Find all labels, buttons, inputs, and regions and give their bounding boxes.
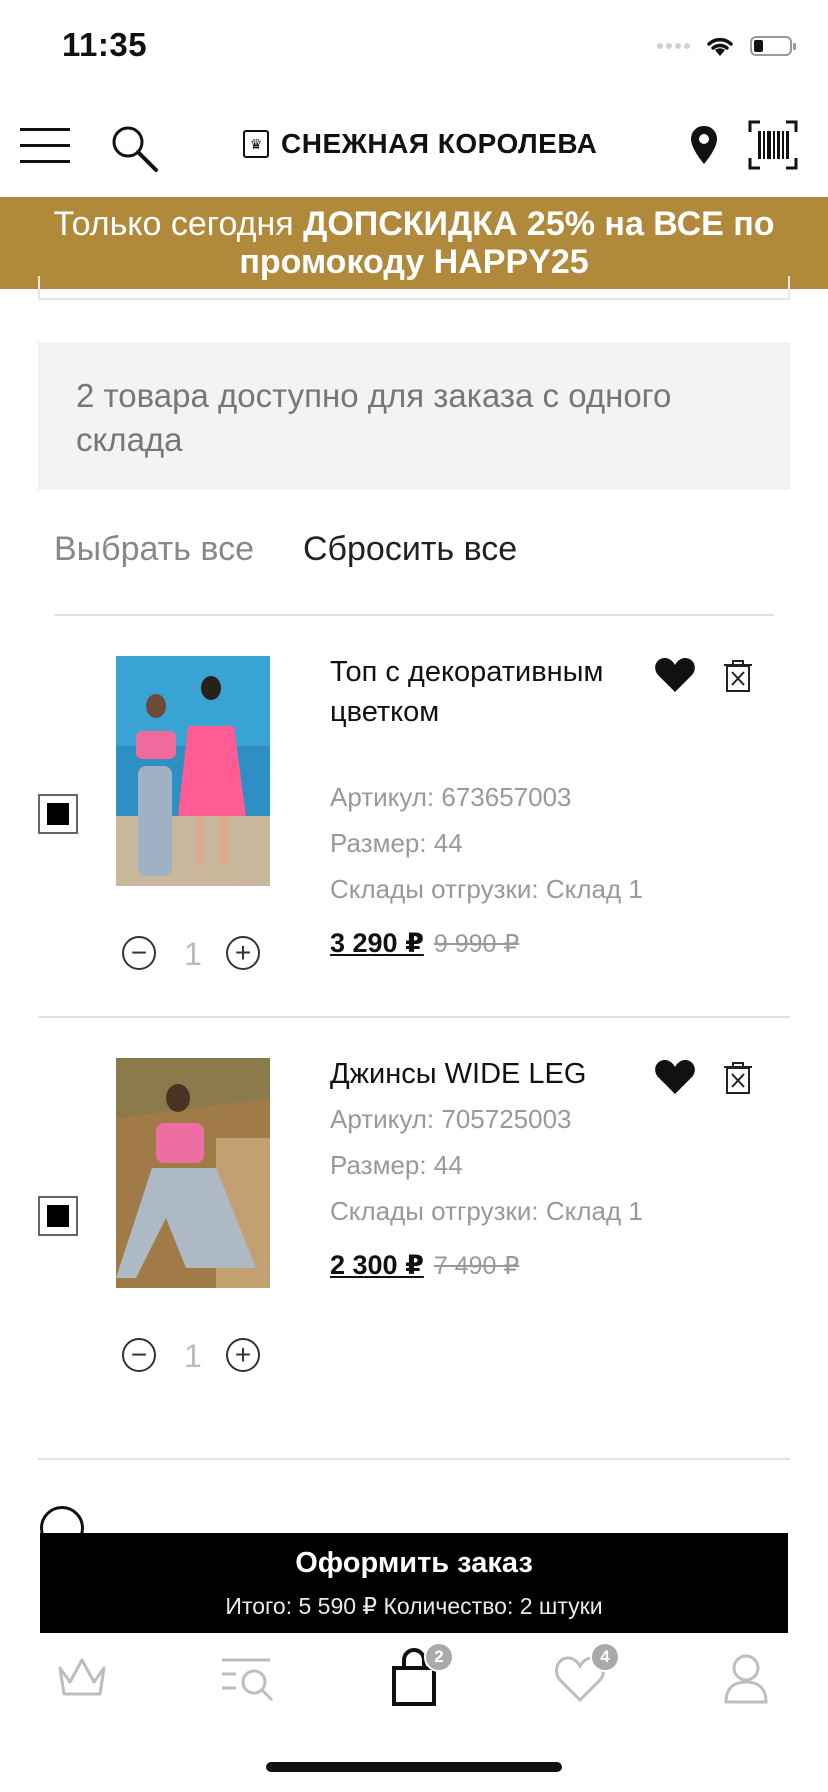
heart-filled-icon[interactable] [654, 1058, 696, 1096]
item-checkbox[interactable] [38, 1196, 78, 1236]
crown-logo-icon: ♛ [243, 130, 269, 158]
increase-quantity-button[interactable]: + [226, 1338, 260, 1372]
quantity-value: 1 [184, 1338, 202, 1374]
cart-badge: 2 [424, 1642, 454, 1672]
user-icon [724, 1654, 768, 1704]
cart-item: Джинсы WIDE LEG Артикул: 705725003 Разме… [38, 1018, 790, 1418]
map-pin-icon[interactable] [688, 124, 720, 166]
hamburger-menu-icon[interactable] [20, 128, 70, 164]
search-icon[interactable] [108, 122, 160, 174]
nav-home[interactable] [50, 1646, 114, 1710]
select-all-button[interactable]: Выбрать все [54, 530, 254, 569]
warehouse-info: 2 товара доступно для заказа с одного ск… [38, 342, 790, 490]
status-indicators [657, 34, 796, 58]
increase-quantity-button[interactable]: + [226, 936, 260, 970]
nav-catalog[interactable] [216, 1646, 280, 1710]
product-title[interactable]: Джинсы WIDE LEG [330, 1054, 620, 1094]
product-warehouse: Склады отгрузки: Склад 1 [330, 1196, 643, 1226]
wifi-icon [707, 37, 733, 56]
current-price: 3 290 ₽ [330, 928, 424, 958]
cellular-signal-icon [657, 43, 690, 49]
scrolled-section-edge [38, 276, 790, 300]
old-price: 9 990 ₽ [433, 930, 520, 958]
product-title[interactable]: Топ с декоративным цветком [330, 652, 620, 732]
favorites-badge: 4 [590, 1642, 620, 1672]
decrease-quantity-button[interactable]: − [122, 936, 156, 970]
promo-text-bold: ДОПСКИДКА 25% на ВСЕ по промокоду HAPPY2… [239, 205, 775, 281]
brand-logo[interactable]: ♛ СНЕЖНАЯ КОРОЛЕВА [243, 128, 597, 160]
nav-profile[interactable] [714, 1646, 778, 1710]
barcode-icon[interactable] [748, 120, 798, 170]
product-warehouse: Склады отгрузки: Склад 1 [330, 874, 643, 904]
checkout-label: Оформить заказ [295, 1547, 533, 1579]
old-price: 7 490 ₽ [433, 1252, 520, 1280]
checkout-summary: Итого: 5 590 ₽ Количество: 2 штуки [225, 1593, 603, 1619]
status-time: 11:35 [62, 26, 148, 63]
product-image[interactable] [116, 656, 270, 886]
decrease-quantity-button[interactable]: − [122, 1338, 156, 1372]
crown-icon [58, 1658, 106, 1696]
app-header: ♛ СНЕЖНАЯ КОРОЛЕВА [0, 100, 828, 196]
nav-favorites[interactable]: 4 [548, 1642, 620, 1710]
price-row: 2 300 ₽ 7 490 ₽ [330, 1250, 519, 1281]
reset-all-button[interactable]: Сбросить все [303, 530, 517, 569]
delete-icon[interactable] [724, 1062, 752, 1094]
product-article: Артикул: 705725003 [330, 1104, 572, 1134]
brand-name: СНЕЖНАЯ КОРОЛЕВА [281, 128, 598, 159]
catalog-search-icon [222, 1658, 274, 1702]
checkout-button[interactable]: Оформить заказ Итого: 5 590 ₽ Количество… [40, 1533, 788, 1633]
home-indicator [266, 1762, 562, 1772]
product-article: Артикул: 673657003 [330, 782, 572, 812]
delete-icon[interactable] [724, 660, 752, 692]
heart-filled-icon[interactable] [654, 656, 696, 694]
promo-text: Только сегодня [53, 205, 304, 243]
nav-cart[interactable]: 2 [382, 1642, 454, 1710]
product-size: Размер: 44 [330, 828, 463, 858]
product-size: Размер: 44 [330, 1150, 463, 1180]
current-price: 2 300 ₽ [330, 1250, 424, 1280]
divider [38, 1458, 790, 1460]
price-row: 3 290 ₽ 9 990 ₽ [330, 928, 519, 959]
battery-icon [750, 36, 796, 56]
item-checkbox[interactable] [38, 794, 78, 834]
cart-item: Топ с декоративным цветком Артикул: 6736… [38, 616, 790, 1016]
product-image[interactable] [116, 1058, 270, 1288]
quantity-value: 1 [184, 936, 202, 972]
